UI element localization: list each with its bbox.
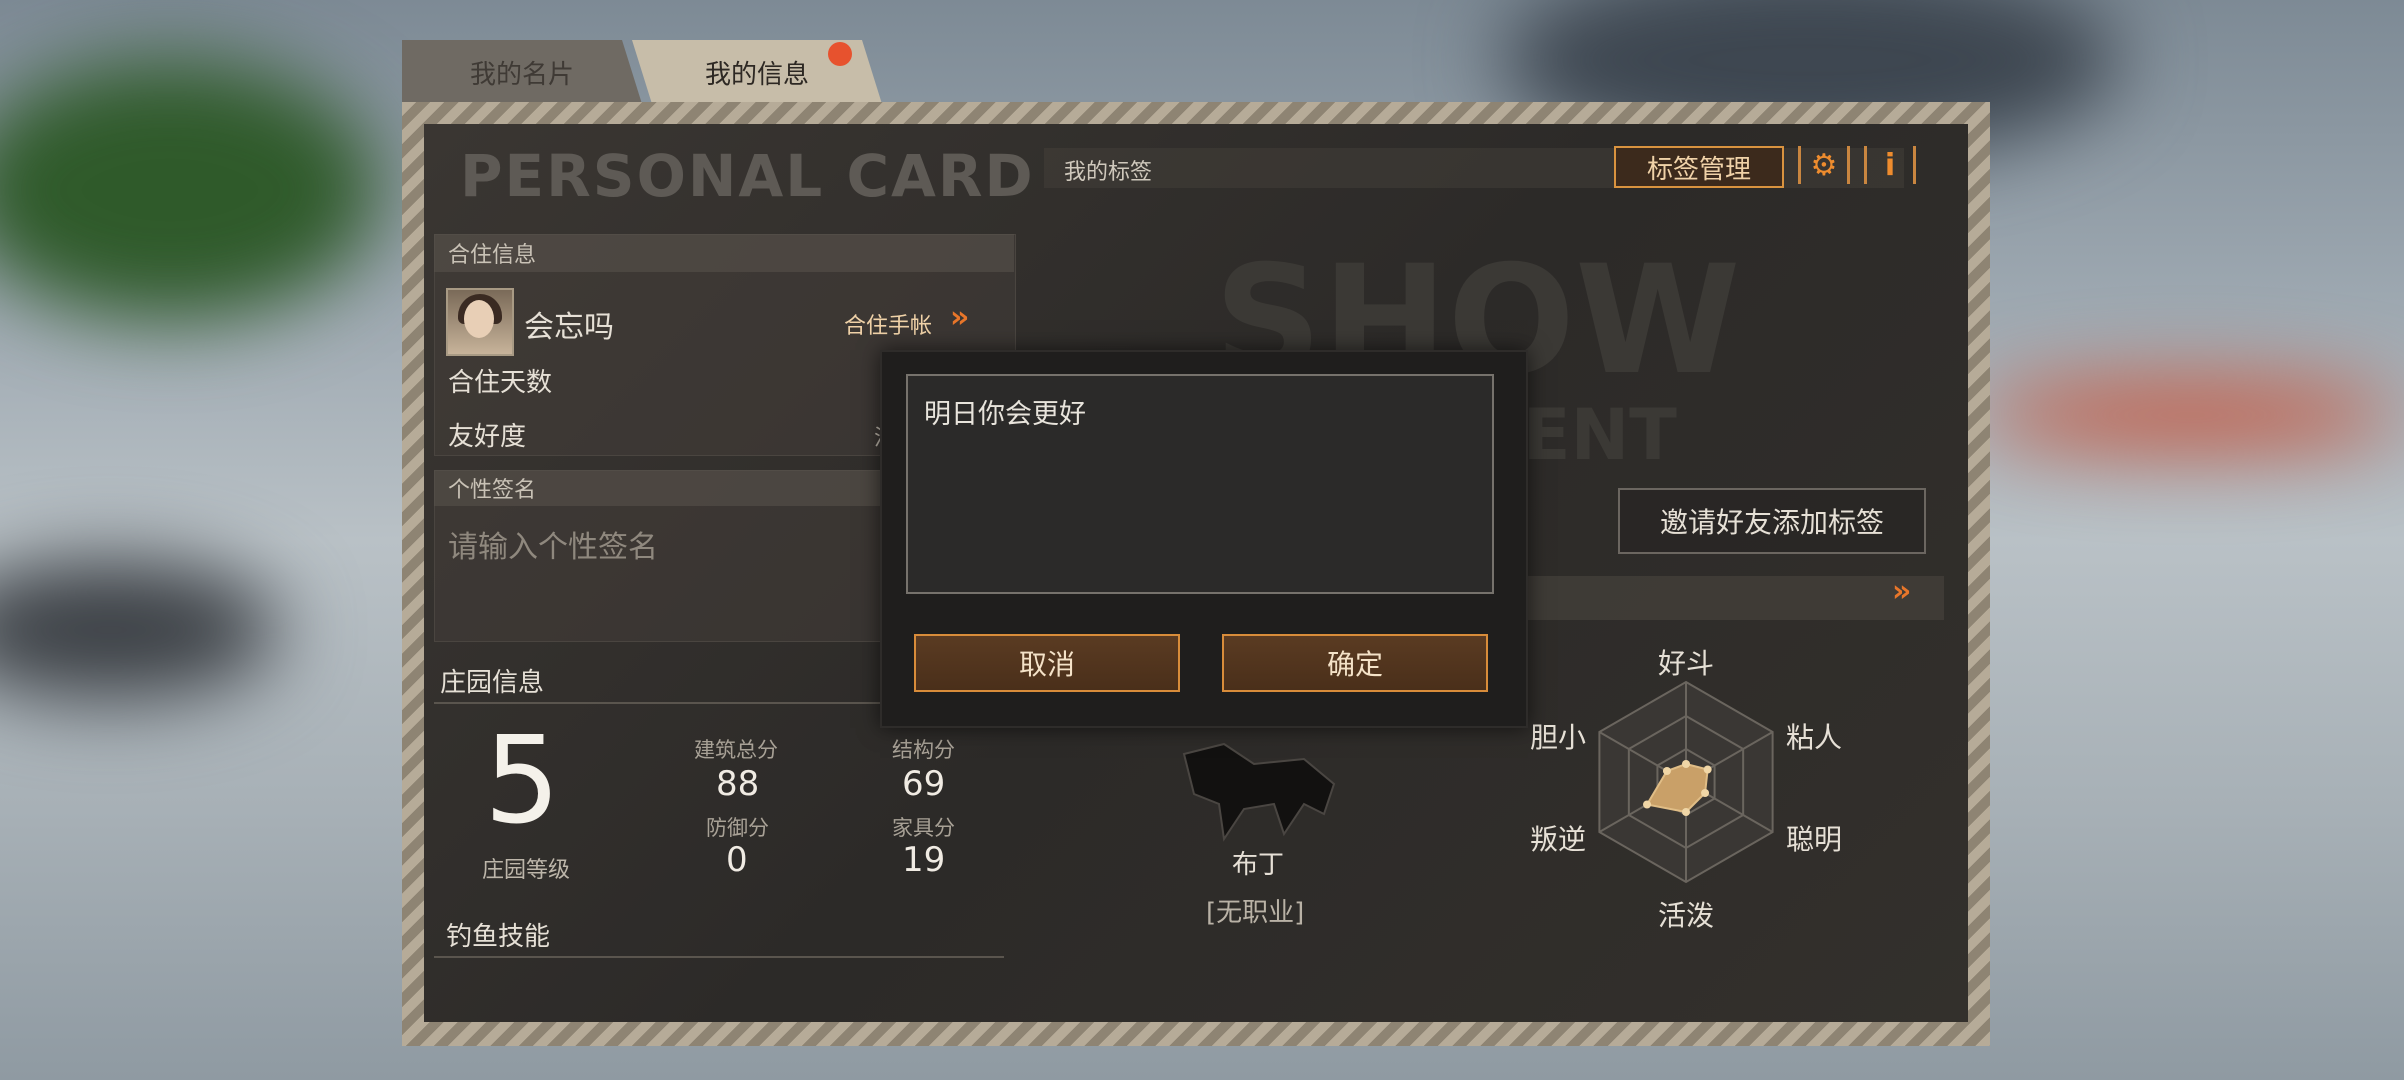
page-title: PERSONAL CARD (460, 142, 1035, 210)
pet-job: [无职业] (1206, 898, 1305, 928)
radar-label-clingy: 粘人 (1786, 721, 1843, 754)
manor-level-value: 5 (484, 712, 561, 851)
pet-silhouette (1182, 742, 1336, 842)
gear-icon[interactable]: ⚙ (1798, 146, 1850, 184)
radar-label-rebellious: 叛逆 (1530, 823, 1587, 856)
stat-value-building: 88 (716, 764, 760, 804)
radar-value-point (1703, 765, 1712, 774)
radar-value-point (1682, 808, 1690, 816)
signature-section-label: 个性签名 (448, 478, 537, 503)
signature-edit-dialog: 明日你会更好 取消 确定 (880, 350, 1528, 728)
stat-value-defense: 0 (726, 840, 748, 880)
confirm-button[interactable]: 确定 (1222, 634, 1488, 692)
radar-value-point (1701, 789, 1710, 797)
cohabit-days-label: 合住天数 (448, 368, 553, 398)
cancel-button[interactable]: 取消 (914, 634, 1180, 692)
radar-label-lively: 活泼 (1658, 899, 1715, 932)
stat-label-furniture: 家具分 (892, 816, 955, 840)
info-icon[interactable]: i (1864, 146, 1916, 184)
background-red-stripe (1980, 380, 2400, 450)
radar-label-timid: 胆小 (1530, 721, 1587, 754)
background-rock (0, 560, 280, 700)
pet-name: 布丁 (1232, 850, 1285, 880)
tag-manage-button[interactable]: 标签管理 (1614, 146, 1784, 188)
stat-label-structure: 结构分 (892, 738, 955, 762)
double-chevron-right-icon[interactable]: » (950, 300, 969, 335)
cohabit-section-header: 合住信息 (434, 234, 1014, 272)
tab-bar: 我的名片 我的信息 (402, 40, 1002, 104)
fishing-section-label: 钓鱼技能 (446, 922, 551, 952)
stat-label-defense: 防御分 (706, 816, 769, 840)
radar-value-point (1662, 767, 1671, 775)
radar-label-combative: 好斗 (1658, 647, 1715, 680)
partner-avatar[interactable] (446, 288, 514, 356)
double-chevron-right-icon[interactable]: » (1892, 574, 1911, 609)
personality-radar-chart (1598, 680, 1774, 884)
cohabit-handbook-link[interactable]: 合住手帐 (844, 308, 932, 340)
signature-input[interactable]: 请输入个性签名 (448, 522, 658, 566)
avatar-face (464, 300, 494, 338)
fishing-divider (434, 956, 1004, 958)
invite-friends-tag-button[interactable]: 邀请好友添加标签 (1618, 488, 1926, 554)
my-tags-label: 我的标签 (1064, 160, 1153, 185)
stat-label-building: 建筑总分 (694, 738, 778, 762)
dialog-text-input[interactable]: 明日你会更好 (906, 374, 1494, 594)
stat-value-structure: 69 (902, 764, 946, 804)
manor-level-label: 庄园等级 (482, 858, 571, 883)
stat-value-furniture: 19 (902, 840, 946, 880)
background-greenery (0, 60, 380, 320)
friendship-label: 友好度 (448, 422, 527, 452)
radar-value-point (1643, 800, 1652, 809)
radar-label-smart: 聪明 (1786, 823, 1843, 856)
notification-dot (828, 42, 852, 66)
partner-name: 会忘吗 (524, 310, 614, 345)
tab-my-card[interactable]: 我的名片 (402, 40, 642, 104)
radar-value-point (1682, 760, 1690, 768)
manor-section-label: 庄园信息 (440, 668, 545, 698)
cohabit-section-label: 合住信息 (448, 243, 537, 268)
